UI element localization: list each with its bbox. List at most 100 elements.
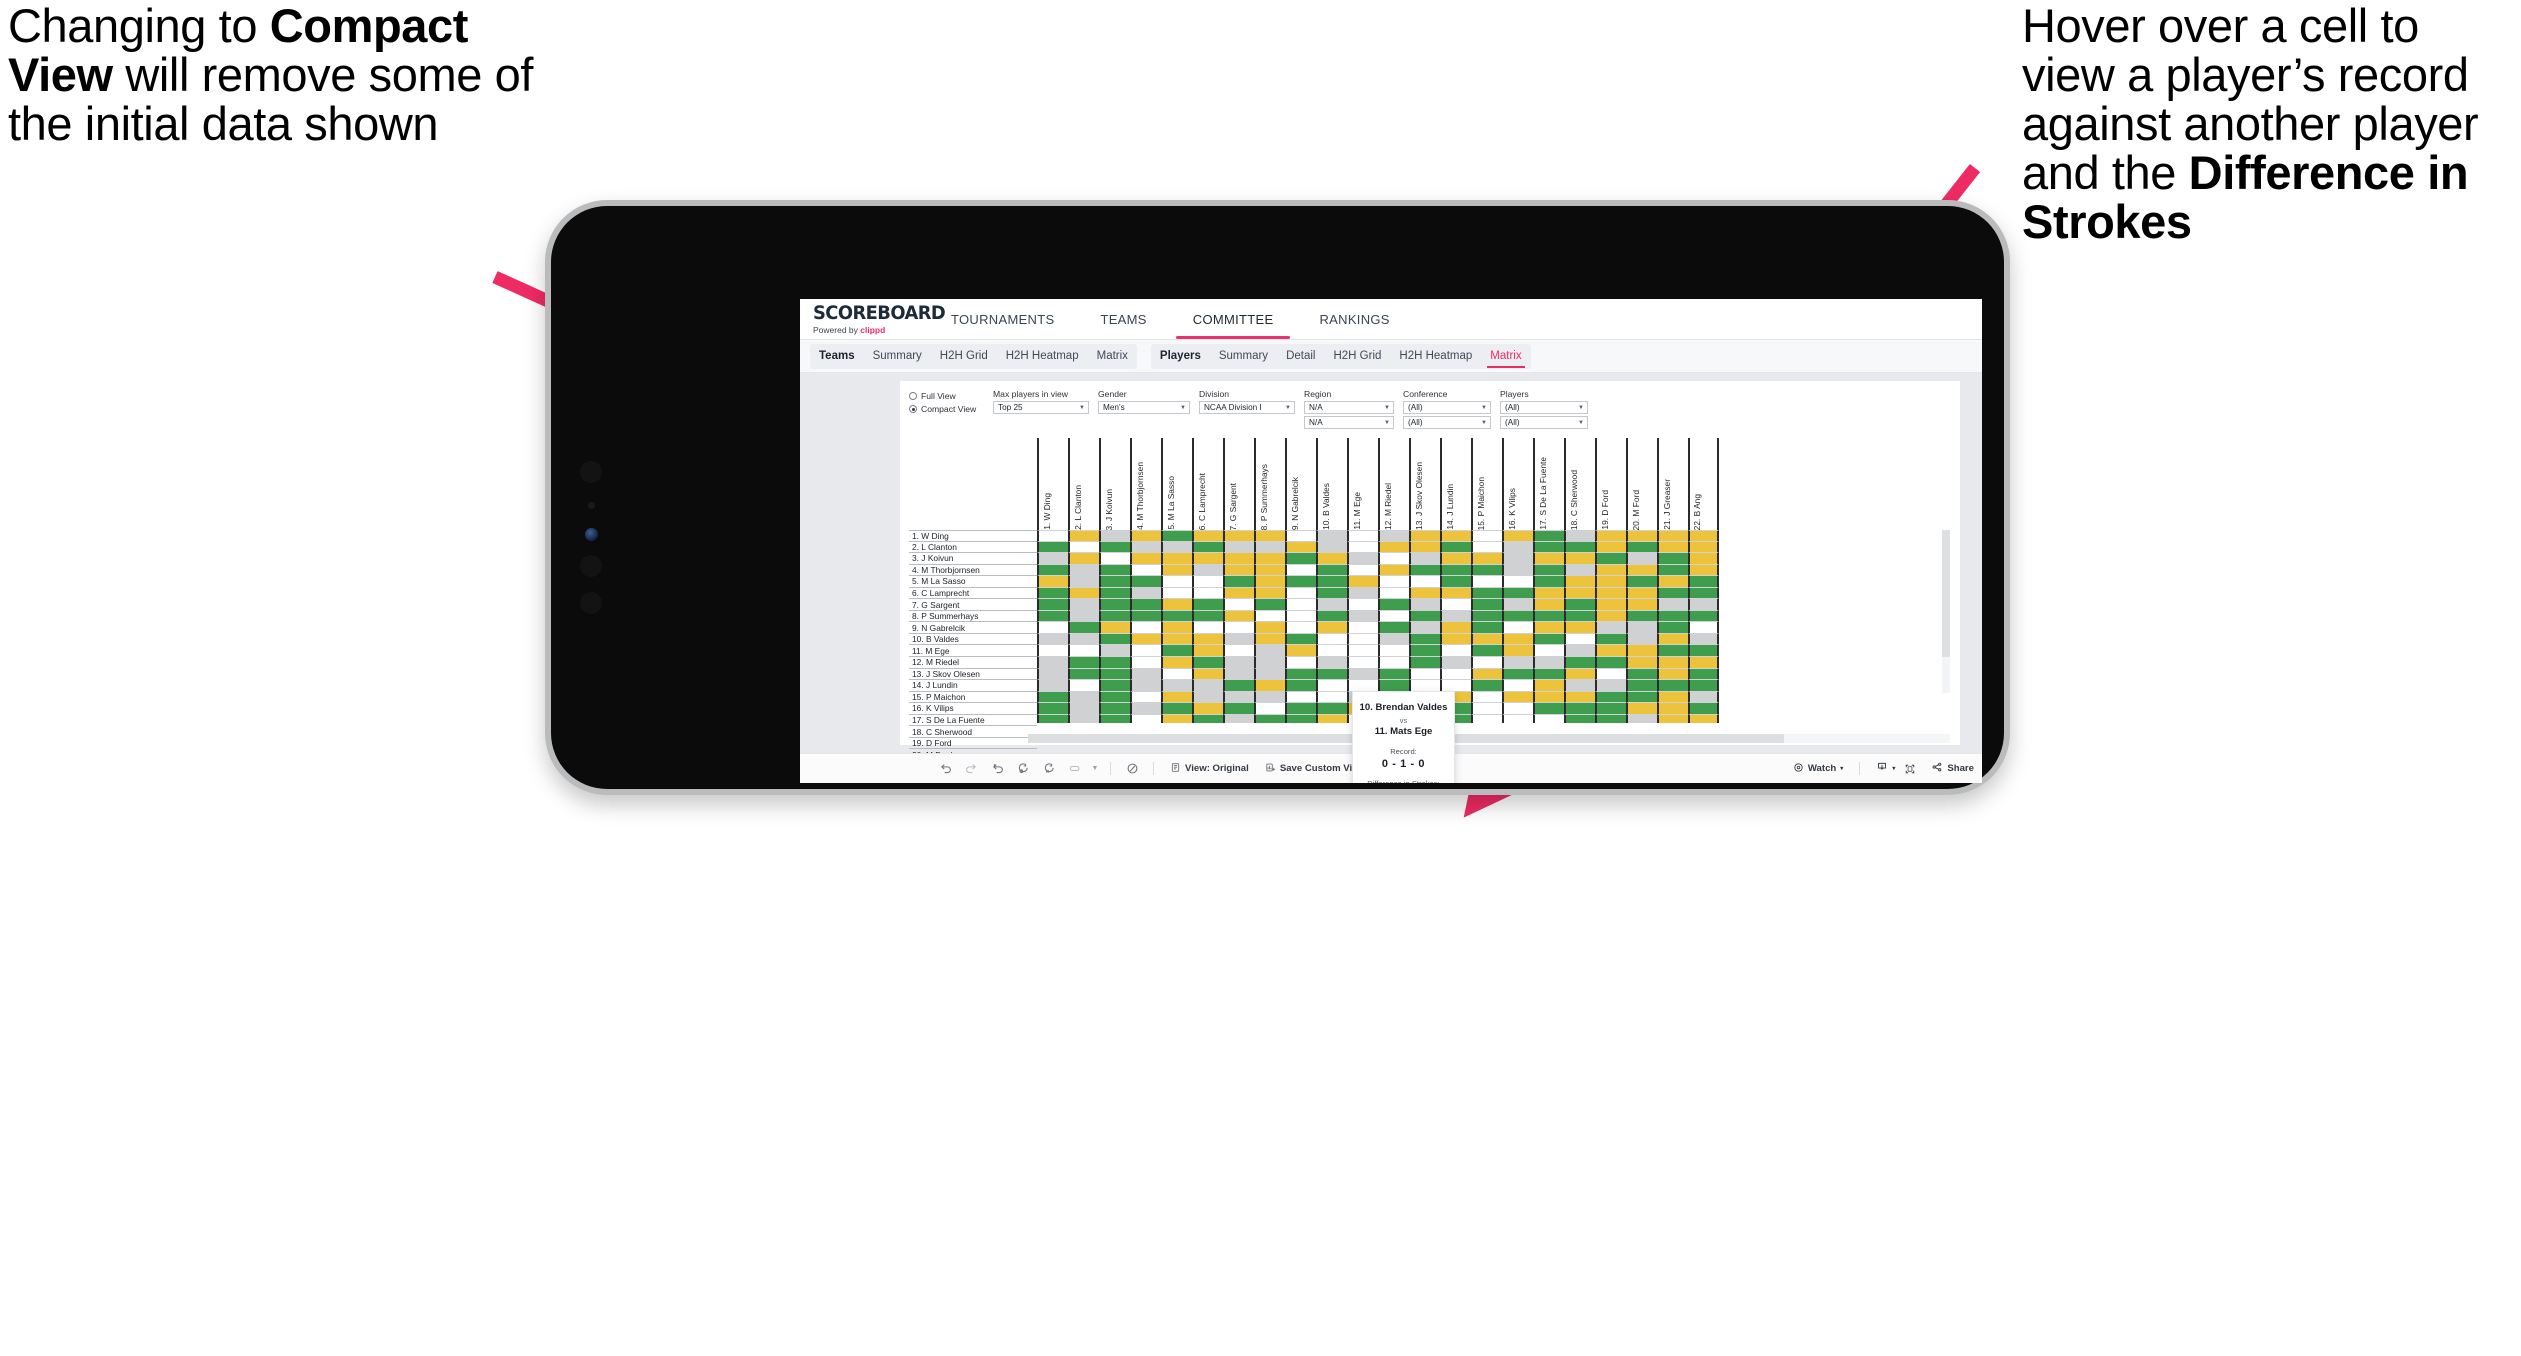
matrix-cell[interactable] bbox=[1409, 599, 1440, 611]
matrix-cell[interactable] bbox=[1595, 714, 1626, 723]
matrix-cell[interactable] bbox=[1037, 680, 1068, 692]
matrix-cell[interactable] bbox=[1285, 530, 1316, 542]
matrix-cell[interactable] bbox=[1564, 564, 1595, 577]
matrix-cell[interactable] bbox=[1347, 587, 1378, 600]
matrix-cell[interactable] bbox=[1254, 610, 1285, 623]
matrix-cell[interactable] bbox=[1440, 530, 1471, 542]
matrix-cell[interactable] bbox=[1254, 691, 1285, 704]
matrix-cell[interactable] bbox=[1223, 599, 1254, 611]
matrix-cell[interactable] bbox=[1440, 622, 1471, 634]
matrix-cell[interactable] bbox=[1099, 541, 1130, 554]
matrix-cell[interactable] bbox=[1223, 553, 1254, 565]
conference-dropdown-secondary[interactable]: (All) ▼ bbox=[1403, 416, 1491, 429]
subnav-teams-h2h-grid[interactable]: H2H Grid bbox=[931, 344, 997, 369]
matrix-cell[interactable] bbox=[1688, 680, 1719, 692]
matrix-cell[interactable] bbox=[1223, 714, 1254, 723]
matrix-cell[interactable] bbox=[1688, 657, 1719, 669]
matrix-cell[interactable] bbox=[1285, 668, 1316, 681]
matrix-cell[interactable] bbox=[1161, 587, 1192, 600]
redo-icon[interactable] bbox=[958, 754, 984, 784]
matrix-cell[interactable] bbox=[1533, 622, 1564, 634]
matrix-cell[interactable] bbox=[1037, 587, 1068, 600]
matrix-cell[interactable] bbox=[1161, 645, 1192, 658]
matrix-cell[interactable] bbox=[1657, 599, 1688, 611]
matrix-cell[interactable] bbox=[1471, 680, 1502, 692]
matrix-cell[interactable] bbox=[1099, 645, 1130, 658]
matrix-cell[interactable] bbox=[1192, 541, 1223, 554]
matrix-cell[interactable] bbox=[1471, 714, 1502, 723]
matrix-cell[interactable] bbox=[1037, 703, 1068, 715]
matrix-cell[interactable] bbox=[1099, 633, 1130, 646]
matrix-cell[interactable] bbox=[1595, 657, 1626, 669]
matrix-cell[interactable] bbox=[1192, 691, 1223, 704]
matrix-cell[interactable] bbox=[1471, 530, 1502, 542]
matrix-cell[interactable] bbox=[1099, 668, 1130, 681]
matrix-cell[interactable] bbox=[1161, 691, 1192, 704]
matrix-cell[interactable] bbox=[1533, 530, 1564, 542]
matrix-cell[interactable] bbox=[1192, 564, 1223, 577]
matrix-cell[interactable] bbox=[1409, 633, 1440, 646]
matrix-cell[interactable] bbox=[1316, 530, 1347, 542]
matrix-cell[interactable] bbox=[1192, 587, 1223, 600]
matrix-cell[interactable] bbox=[1564, 645, 1595, 658]
matrix-cell[interactable] bbox=[1068, 599, 1099, 611]
matrix-cell[interactable] bbox=[1316, 691, 1347, 704]
matrix-cell[interactable] bbox=[1254, 645, 1285, 658]
matrix-cell[interactable] bbox=[1161, 622, 1192, 634]
matrix-cell[interactable] bbox=[1502, 691, 1533, 704]
matrix-cell[interactable] bbox=[1471, 645, 1502, 658]
matrix-cell[interactable] bbox=[1502, 530, 1533, 542]
matrix-cell[interactable] bbox=[1223, 576, 1254, 588]
matrix-cell[interactable] bbox=[1533, 564, 1564, 577]
matrix-cell[interactable] bbox=[1223, 691, 1254, 704]
matrix-cell[interactable] bbox=[1192, 645, 1223, 658]
rectangle-select-icon[interactable] bbox=[1062, 754, 1088, 784]
matrix-cell[interactable] bbox=[1316, 703, 1347, 715]
matrix-cell[interactable] bbox=[1347, 530, 1378, 542]
matrix-cell[interactable] bbox=[1347, 622, 1378, 634]
vertical-scrollbar-thumb[interactable] bbox=[1942, 530, 1950, 658]
matrix-cell[interactable] bbox=[1285, 553, 1316, 565]
matrix-cell[interactable] bbox=[1037, 541, 1068, 554]
caret-down-icon[interactable]: ▼ bbox=[1088, 754, 1102, 784]
download-button[interactable]: ▾ bbox=[1868, 761, 1897, 776]
matrix-cell[interactable] bbox=[1130, 633, 1161, 646]
matrix-cell[interactable] bbox=[1409, 541, 1440, 554]
matrix-cell[interactable] bbox=[1502, 657, 1533, 669]
matrix-cell[interactable] bbox=[1657, 576, 1688, 588]
matrix-cell[interactable] bbox=[1316, 576, 1347, 588]
matrix-cell[interactable] bbox=[1688, 645, 1719, 658]
matrix-cell[interactable] bbox=[1378, 541, 1409, 554]
gender-dropdown[interactable]: Men’s ▼ bbox=[1098, 401, 1190, 414]
matrix-cell[interactable] bbox=[1316, 599, 1347, 611]
top-nav-tab-teams[interactable]: TEAMS bbox=[1077, 299, 1169, 339]
matrix-cell[interactable] bbox=[1471, 633, 1502, 646]
matrix-cell[interactable] bbox=[1192, 714, 1223, 723]
matrix-cell[interactable] bbox=[1099, 680, 1130, 692]
matrix-cell[interactable] bbox=[1378, 633, 1409, 646]
max-players-dropdown[interactable]: Top 25 ▼ bbox=[993, 401, 1089, 414]
matrix-cell[interactable] bbox=[1564, 541, 1595, 554]
matrix-cell[interactable] bbox=[1657, 680, 1688, 692]
matrix-cell[interactable] bbox=[1223, 541, 1254, 554]
matrix-cell[interactable] bbox=[1130, 587, 1161, 600]
matrix-cell[interactable] bbox=[1161, 703, 1192, 715]
matrix-cell[interactable] bbox=[1068, 645, 1099, 658]
matrix-cell[interactable] bbox=[1285, 541, 1316, 554]
matrix-cell[interactable] bbox=[1626, 599, 1657, 611]
matrix-cell[interactable] bbox=[1223, 587, 1254, 600]
matrix-cell[interactable] bbox=[1564, 599, 1595, 611]
matrix-cell[interactable] bbox=[1192, 610, 1223, 623]
matrix-cell[interactable] bbox=[1347, 657, 1378, 669]
matrix-cell[interactable] bbox=[1130, 610, 1161, 623]
matrix-cell[interactable] bbox=[1564, 680, 1595, 692]
matrix-cell[interactable] bbox=[1068, 530, 1099, 542]
matrix-cell[interactable] bbox=[1595, 622, 1626, 634]
matrix-cell[interactable] bbox=[1316, 553, 1347, 565]
matrix-cell[interactable] bbox=[1285, 610, 1316, 623]
subnav-players-detail[interactable]: Detail bbox=[1277, 344, 1324, 369]
matrix-cell[interactable] bbox=[1161, 576, 1192, 588]
matrix-cell[interactable] bbox=[1471, 541, 1502, 554]
matrix-cell[interactable] bbox=[1471, 703, 1502, 715]
matrix-cell[interactable] bbox=[1099, 599, 1130, 611]
